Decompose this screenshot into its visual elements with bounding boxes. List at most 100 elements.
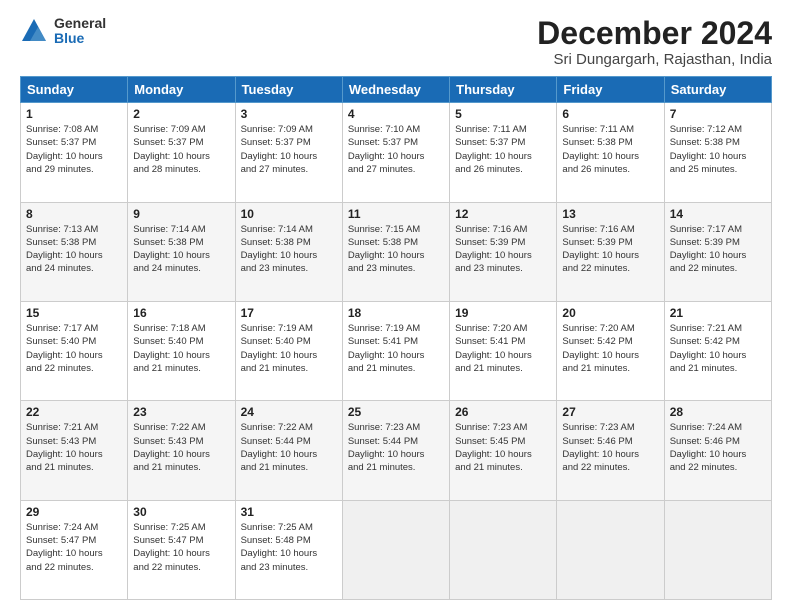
header-row: Sunday Monday Tuesday Wednesday Thursday… xyxy=(21,77,772,103)
calendar-cell: 19Sunrise: 7:20 AM Sunset: 5:41 PM Dayli… xyxy=(450,301,557,400)
calendar-cell xyxy=(664,500,771,599)
page: General Blue December 2024 Sri Dungargar… xyxy=(0,0,792,612)
col-tuesday: Tuesday xyxy=(235,77,342,103)
calendar-cell: 25Sunrise: 7:23 AM Sunset: 5:44 PM Dayli… xyxy=(342,401,449,500)
calendar-cell: 22 Sunrise: 7:21 AM Sunset: 5:43 PM Dayli… xyxy=(21,401,128,500)
day-number: 1 xyxy=(26,107,122,121)
calendar-cell: 1 Sunrise: 7:08 AM Sunset: 5:37 PM Daylig… xyxy=(21,103,128,202)
calendar-cell: 2 Sunrise: 7:09 AM Sunset: 5:37 PM Daylig… xyxy=(128,103,235,202)
day-detail: Sunrise: 7:21 AM Sunset: 5:42 PM Dayligh… xyxy=(670,322,766,375)
calendar-cell: 10Sunrise: 7:14 AM Sunset: 5:38 PM Dayli… xyxy=(235,202,342,301)
day-number: 22 xyxy=(26,405,122,419)
calendar-cell: 28 Sunrise: 7:24 AM Sunset: 5:46 PM Dayli… xyxy=(664,401,771,500)
col-thursday: Thursday xyxy=(450,77,557,103)
day-detail: Sunrise: 7:11 AM Sunset: 5:38 PM Dayligh… xyxy=(562,123,658,176)
day-detail: Sunrise: 7:20 AM Sunset: 5:42 PM Dayligh… xyxy=(562,322,658,375)
day-number: 13 xyxy=(562,207,658,221)
calendar-cell: 7Sunrise: 7:12 AM Sunset: 5:38 PM Daylig… xyxy=(664,103,771,202)
week-row-2: 8Sunrise: 7:13 AM Sunset: 5:38 PM Daylig… xyxy=(21,202,772,301)
header: General Blue December 2024 Sri Dungargar… xyxy=(20,16,772,68)
calendar-cell: 17Sunrise: 7:19 AM Sunset: 5:40 PM Dayli… xyxy=(235,301,342,400)
calendar-cell xyxy=(450,500,557,599)
calendar-cell: 24 Sunrise: 7:22 AM Sunset: 5:44 PM Dayli… xyxy=(235,401,342,500)
calendar-cell xyxy=(342,500,449,599)
week-row-5: 29Sunrise: 7:24 AM Sunset: 5:47 PM Dayli… xyxy=(21,500,772,599)
day-number: 23 xyxy=(133,405,229,419)
day-number: 29 xyxy=(26,505,122,519)
calendar-cell: 27 Sunrise: 7:23 AM Sunset: 5:46 PM Dayli… xyxy=(557,401,664,500)
day-detail: Sunrise: 7:16 AM Sunset: 5:39 PM Dayligh… xyxy=(562,223,658,276)
title-block: December 2024 Sri Dungargarh, Rajasthan,… xyxy=(537,16,772,68)
week-row-4: 22 Sunrise: 7:21 AM Sunset: 5:43 PM Dayli… xyxy=(21,401,772,500)
week-row-1: 1 Sunrise: 7:08 AM Sunset: 5:37 PM Daylig… xyxy=(21,103,772,202)
calendar-cell: 11 Sunrise: 7:15 AM Sunset: 5:38 PM Dayli… xyxy=(342,202,449,301)
day-number: 2 xyxy=(133,107,229,121)
day-number: 18 xyxy=(348,306,444,320)
day-detail: Sunrise: 7:13 AM Sunset: 5:38 PM Dayligh… xyxy=(26,223,122,276)
day-detail: Sunrise: 7:22 AM Sunset: 5:43 PM Dayligh… xyxy=(133,421,229,474)
day-number: 27 xyxy=(562,405,658,419)
calendar-cell: 15 Sunrise: 7:17 AM Sunset: 5:40 PM Dayli… xyxy=(21,301,128,400)
calendar-cell: 14 Sunrise: 7:17 AM Sunset: 5:39 PM Dayli… xyxy=(664,202,771,301)
calendar-cell: 21 Sunrise: 7:21 AM Sunset: 5:42 PM Dayli… xyxy=(664,301,771,400)
week-row-3: 15 Sunrise: 7:17 AM Sunset: 5:40 PM Dayli… xyxy=(21,301,772,400)
day-detail: Sunrise: 7:16 AM Sunset: 5:39 PM Dayligh… xyxy=(455,223,551,276)
calendar-cell: 30 Sunrise: 7:25 AM Sunset: 5:47 PM Dayli… xyxy=(128,500,235,599)
calendar-cell: 5Sunrise: 7:11 AM Sunset: 5:37 PM Daylig… xyxy=(450,103,557,202)
day-detail: Sunrise: 7:14 AM Sunset: 5:38 PM Dayligh… xyxy=(133,223,229,276)
calendar-subtitle: Sri Dungargarh, Rajasthan, India xyxy=(537,51,772,68)
calendar-cell: 4Sunrise: 7:10 AM Sunset: 5:37 PM Daylig… xyxy=(342,103,449,202)
day-number: 31 xyxy=(241,505,337,519)
day-detail: Sunrise: 7:17 AM Sunset: 5:39 PM Dayligh… xyxy=(670,223,766,276)
calendar-title: December 2024 xyxy=(537,16,772,51)
day-number: 15 xyxy=(26,306,122,320)
calendar-cell: 31 Sunrise: 7:25 AM Sunset: 5:48 PM Dayli… xyxy=(235,500,342,599)
day-detail: Sunrise: 7:10 AM Sunset: 5:37 PM Dayligh… xyxy=(348,123,444,176)
day-number: 6 xyxy=(562,107,658,121)
day-number: 9 xyxy=(133,207,229,221)
day-number: 20 xyxy=(562,306,658,320)
calendar-cell: 29Sunrise: 7:24 AM Sunset: 5:47 PM Dayli… xyxy=(21,500,128,599)
day-number: 14 xyxy=(670,207,766,221)
day-detail: Sunrise: 7:22 AM Sunset: 5:44 PM Dayligh… xyxy=(241,421,337,474)
col-monday: Monday xyxy=(128,77,235,103)
calendar-cell: 12Sunrise: 7:16 AM Sunset: 5:39 PM Dayli… xyxy=(450,202,557,301)
calendar-cell: 9 Sunrise: 7:14 AM Sunset: 5:38 PM Daylig… xyxy=(128,202,235,301)
day-detail: Sunrise: 7:17 AM Sunset: 5:40 PM Dayligh… xyxy=(26,322,122,375)
calendar-table: Sunday Monday Tuesday Wednesday Thursday… xyxy=(20,76,772,600)
day-detail: Sunrise: 7:15 AM Sunset: 5:38 PM Dayligh… xyxy=(348,223,444,276)
day-number: 11 xyxy=(348,207,444,221)
day-detail: Sunrise: 7:14 AM Sunset: 5:38 PM Dayligh… xyxy=(241,223,337,276)
calendar-cell: 26Sunrise: 7:23 AM Sunset: 5:45 PM Dayli… xyxy=(450,401,557,500)
day-number: 26 xyxy=(455,405,551,419)
calendar-cell: 3 Sunrise: 7:09 AM Sunset: 5:37 PM Daylig… xyxy=(235,103,342,202)
day-detail: Sunrise: 7:12 AM Sunset: 5:38 PM Dayligh… xyxy=(670,123,766,176)
calendar-cell: 23 Sunrise: 7:22 AM Sunset: 5:43 PM Dayli… xyxy=(128,401,235,500)
day-detail: Sunrise: 7:24 AM Sunset: 5:46 PM Dayligh… xyxy=(670,421,766,474)
day-number: 16 xyxy=(133,306,229,320)
day-detail: Sunrise: 7:23 AM Sunset: 5:46 PM Dayligh… xyxy=(562,421,658,474)
day-detail: Sunrise: 7:09 AM Sunset: 5:37 PM Dayligh… xyxy=(241,123,337,176)
logo-icon xyxy=(20,17,48,45)
day-detail: Sunrise: 7:08 AM Sunset: 5:37 PM Dayligh… xyxy=(26,123,122,176)
col-saturday: Saturday xyxy=(664,77,771,103)
logo-blue-text: Blue xyxy=(54,31,106,46)
logo-text: General Blue xyxy=(54,16,106,47)
calendar-cell: 20 Sunrise: 7:20 AM Sunset: 5:42 PM Dayli… xyxy=(557,301,664,400)
logo: General Blue xyxy=(20,16,106,47)
day-number: 28 xyxy=(670,405,766,419)
day-number: 21 xyxy=(670,306,766,320)
calendar-cell: 18Sunrise: 7:19 AM Sunset: 5:41 PM Dayli… xyxy=(342,301,449,400)
day-detail: Sunrise: 7:25 AM Sunset: 5:48 PM Dayligh… xyxy=(241,521,337,574)
day-number: 24 xyxy=(241,405,337,419)
day-number: 30 xyxy=(133,505,229,519)
col-sunday: Sunday xyxy=(21,77,128,103)
day-number: 3 xyxy=(241,107,337,121)
day-detail: Sunrise: 7:25 AM Sunset: 5:47 PM Dayligh… xyxy=(133,521,229,574)
day-number: 17 xyxy=(241,306,337,320)
calendar-cell xyxy=(557,500,664,599)
day-detail: Sunrise: 7:21 AM Sunset: 5:43 PM Dayligh… xyxy=(26,421,122,474)
day-detail: Sunrise: 7:09 AM Sunset: 5:37 PM Dayligh… xyxy=(133,123,229,176)
col-friday: Friday xyxy=(557,77,664,103)
day-number: 19 xyxy=(455,306,551,320)
